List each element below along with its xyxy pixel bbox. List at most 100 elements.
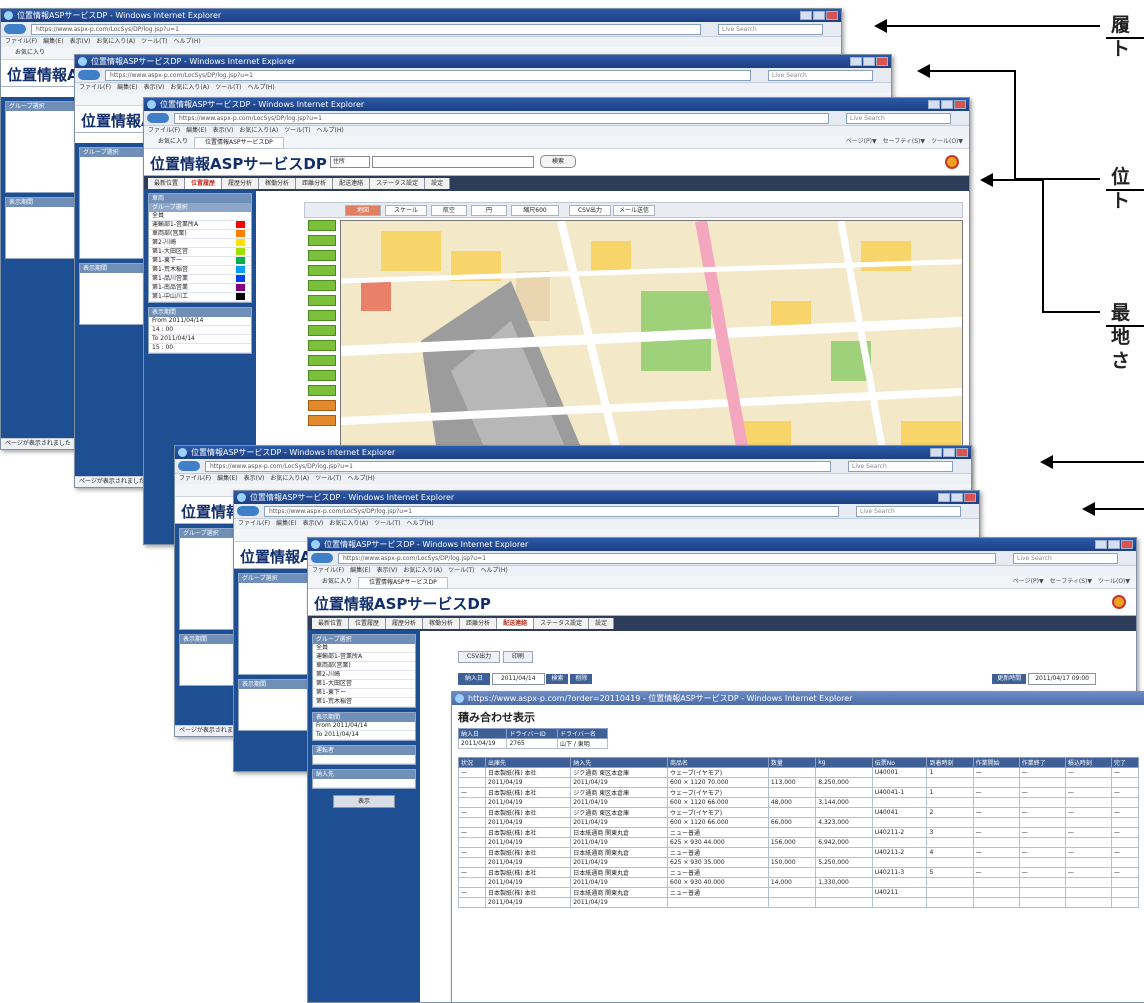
nav-status-settings[interactable]: ステータス設定 <box>534 618 590 629</box>
maximize-icon[interactable] <box>1108 540 1120 549</box>
table-row[interactable]: 2011/04/19 2011/04/19 600 × 930 40.000 14,0… <box>457 877 1140 888</box>
place-input[interactable] <box>313 779 415 788</box>
menu-bar[interactable]: ファイル(F) 編集(E) 表示(V) お気に入り(A) ツール(T) ヘルプ(… <box>175 474 971 484</box>
from-hour-select[interactable]: 14 <box>152 326 160 333</box>
back-forward-icon[interactable] <box>178 461 200 471</box>
csv-tab[interactable]: CSV出力 <box>458 651 501 663</box>
driver-input[interactable] <box>313 755 415 764</box>
url-field[interactable]: https://www.aspx-p.com/LocSys/DP/log.jsp… <box>105 70 751 81</box>
search-field[interactable]: Live Search <box>846 113 951 124</box>
scale-button[interactable]: スケール <box>385 205 427 216</box>
minimize-icon[interactable] <box>850 57 862 66</box>
url-field[interactable]: https://www.aspx-p.com/LocSys/DP/log.jsp… <box>31 24 701 35</box>
table-row[interactable]: — 日本製紙(株) 本社 日本紙通商 関東丸倉 ニュー普通 U40211-3 5— — — — <box>457 867 1140 878</box>
table-row[interactable]: 2011/04/19 2011/04/19 600 × 1120 66.000 48,… <box>457 797 1140 808</box>
menu-bar[interactable]: ファイル(F) 編集(E) 表示(V) お気に入り(A) ツール(T) ヘルプ(… <box>75 83 891 93</box>
nav-distance-analysis[interactable]: 距離分析 <box>296 178 334 189</box>
vehicle-row[interactable]: 第2-川崎 <box>313 671 415 680</box>
layer-button[interactable] <box>308 310 336 321</box>
minimize-icon[interactable] <box>1095 540 1107 549</box>
layer-button[interactable] <box>308 355 336 366</box>
vehicle-row[interactable]: 全員 <box>149 212 251 221</box>
to-hour-select[interactable]: 15 <box>152 344 160 351</box>
circle-button[interactable]: 円 <box>471 205 507 216</box>
close-icon[interactable] <box>964 493 976 502</box>
vehicle-row[interactable]: 第1-中山川工 <box>149 293 251 302</box>
minimize-icon[interactable] <box>930 448 942 457</box>
url-field[interactable]: https://www.aspx-p.com/LocSys/DP/log.jsp… <box>264 506 839 517</box>
table-row[interactable]: 2011/04/19 2011/04/19 <box>457 897 1140 908</box>
table-row[interactable]: — 日本製紙(株) 本社 ジク通商 東区本倉庫 ウェーブ(イヤモア) U40001 1— —… <box>457 767 1140 778</box>
search-button[interactable]: 検索 <box>546 674 569 684</box>
from-date-field[interactable]: 2011/04/14 <box>333 722 368 729</box>
vehicle-row[interactable]: 運輸部1-営業所A <box>149 221 251 230</box>
layer-button[interactable] <box>308 325 336 336</box>
url-field[interactable]: https://www.aspx-p.com/LocSys/DP/log.jsp… <box>205 461 831 472</box>
vehicle-row[interactable]: 第1-荒木稲営 <box>149 266 251 275</box>
close-icon[interactable] <box>954 100 966 109</box>
table-row[interactable]: — 日本製紙(株) 本社 ジク通商 東区本倉庫 ウェーブ(イヤモア) U40041-1 1… <box>457 787 1140 798</box>
layer-button[interactable] <box>308 400 336 411</box>
back-forward-icon[interactable] <box>4 24 26 34</box>
table-row[interactable]: — 日本製紙(株) 本社 ジク通商 東区本倉庫 ウェーブ(イヤモア) U40041 2— —… <box>457 807 1140 818</box>
close-icon[interactable] <box>956 448 968 457</box>
back-forward-icon[interactable] <box>78 70 100 80</box>
browser-tab[interactable]: 位置情報ASPサービスDP <box>194 137 284 149</box>
search-field[interactable]: Live Search <box>718 24 823 35</box>
nav-operation-analysis[interactable]: 稼働分析 <box>423 618 461 629</box>
minimize-icon[interactable] <box>928 100 940 109</box>
layer-button[interactable] <box>308 385 336 396</box>
nav-history-analysis[interactable]: 履歴分析 <box>222 178 260 189</box>
table-row[interactable]: — 日本製紙(株) 本社 日本紙通商 関東丸倉 ニュー普通 U40211 <box>457 887 1140 898</box>
search-field[interactable]: Live Search <box>768 70 873 81</box>
aerial-button[interactable]: 航空 <box>431 205 467 216</box>
mail-button[interactable]: メール送信 <box>613 205 655 216</box>
nav-history[interactable]: 位置履歴 <box>349 618 387 629</box>
nav-settings[interactable]: 設定 <box>589 618 615 629</box>
back-forward-icon[interactable] <box>237 506 259 516</box>
date-field[interactable]: 2011/04/14 <box>491 673 545 685</box>
close-icon[interactable] <box>826 11 838 20</box>
menu-bar[interactable]: ファイル(F) 編集(E) 表示(V) お気に入り(A) ツール(T) ヘルプ(… <box>144 126 969 136</box>
layer-button[interactable] <box>308 295 336 306</box>
layer-button[interactable] <box>308 220 336 231</box>
table-row[interactable]: — 日本製紙(株) 本社 日本紙通商 関東丸倉 ニュー普通 U40211-2 4— — — — <box>457 847 1140 858</box>
search-field[interactable]: Live Search <box>1013 553 1118 564</box>
from-minute-select[interactable]: 00 <box>165 326 173 333</box>
minimize-icon[interactable] <box>938 493 950 502</box>
vehicle-row[interactable]: 全員 <box>313 644 415 653</box>
from-date-field[interactable]: 2011/04/14 <box>169 317 204 324</box>
close-icon[interactable] <box>876 57 888 66</box>
vehicle-row[interactable]: 第1-大田区営 <box>149 248 251 257</box>
command-bar[interactable]: ページ(P)▼ セーフティ(S)▼ ツール(O)▼ <box>846 136 963 148</box>
nav-distance-analysis[interactable]: 距離分析 <box>460 618 498 629</box>
address-search-input[interactable] <box>372 156 534 168</box>
vehicle-row[interactable]: 運輸部1-営業所A <box>313 653 415 662</box>
vehicle-row[interactable]: 第1-大田区営 <box>313 680 415 689</box>
back-forward-icon[interactable] <box>311 553 333 563</box>
favorites-label[interactable]: お気に入り <box>144 138 188 145</box>
group-header[interactable]: グループ選択 <box>149 203 251 212</box>
to-minute-select[interactable]: 00 <box>165 344 173 351</box>
favorites-label[interactable]: お気に入り <box>1 49 45 56</box>
search-button[interactable]: 検索 <box>540 155 576 168</box>
menu-bar[interactable]: ファイル(F) 編集(E) 表示(V) お気に入り(A) ツール(T) ヘルプ(… <box>1 37 841 47</box>
group-header[interactable]: グループ選択 <box>313 635 415 644</box>
nav-latest[interactable]: 最新位置 <box>312 618 350 629</box>
to-date-field[interactable]: 2011/04/14 <box>160 335 195 342</box>
url-field[interactable]: https://www.aspx-p.com/LocSys/DP/log.jsp… <box>338 553 996 564</box>
vehicle-row[interactable]: 第1-東下ー <box>313 689 415 698</box>
layer-button[interactable] <box>308 265 336 276</box>
print-tab[interactable]: 印刷 <box>502 651 533 663</box>
nav-operation-analysis[interactable]: 稼働分析 <box>259 178 297 189</box>
command-bar[interactable]: ページ(P)▼ セーフティ(S)▼ ツール(O)▼ <box>1013 576 1130 588</box>
layer-button[interactable] <box>308 235 336 246</box>
nav-latest[interactable]: 最新位置 <box>148 178 186 189</box>
vehicle-row[interactable]: 車両部(営業) <box>313 662 415 671</box>
url-field[interactable]: https://www.aspx-p.com/LocSys/DP/log.jsp… <box>174 113 829 124</box>
table-row[interactable]: 2011/04/19 2011/04/19 600 × 1120 66.000 66,… <box>457 817 1140 828</box>
vehicle-row[interactable]: 第1-品川営業 <box>149 275 251 284</box>
search-field[interactable]: Live Search <box>848 461 953 472</box>
menu-bar[interactable]: ファイル(F) 編集(E) 表示(V) お気に入り(A) ツール(T) ヘルプ(… <box>234 519 979 529</box>
vehicle-row[interactable]: 車両部(営業) <box>149 230 251 239</box>
